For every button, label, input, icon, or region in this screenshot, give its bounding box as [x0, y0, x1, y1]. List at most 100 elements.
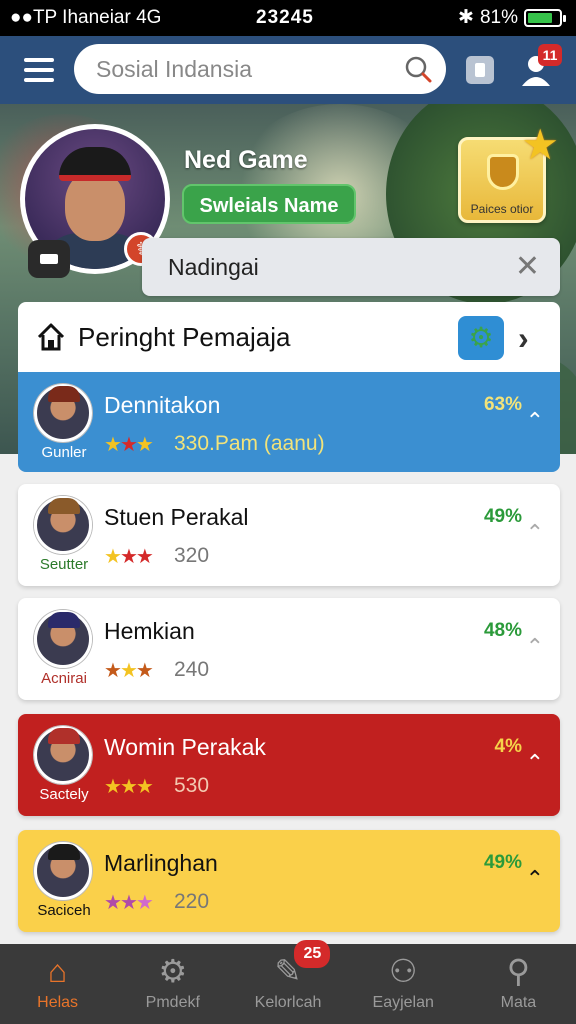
- player-score: 320: [174, 544, 210, 567]
- star-icon: ★: [135, 892, 154, 914]
- list-item[interactable]: Saciceh Marlinghan ★★★ 220 49% ⌃: [18, 830, 560, 932]
- player-name: Stuen Perakal: [104, 504, 249, 530]
- rating-stars: ★★★: [104, 890, 154, 915]
- game-title: Ned Game: [184, 146, 308, 174]
- star-icon: ★: [521, 121, 559, 168]
- star-icon: ★: [119, 546, 138, 568]
- pass-badge[interactable]: ★ Paices otior: [458, 121, 559, 223]
- player-score: 530: [174, 774, 210, 797]
- user-notification-button[interactable]: 11: [520, 44, 562, 88]
- player-name: Hemkian: [104, 618, 195, 644]
- player-subtitle: Seutter: [39, 556, 89, 573]
- star-icon: ★: [119, 776, 138, 798]
- player-name: Womin Perakak: [104, 734, 266, 760]
- user-group-icon: ⚇: [388, 953, 418, 989]
- chevron-up-icon[interactable]: ⌃: [526, 750, 544, 776]
- info-field[interactable]: Nadingai ✕: [142, 238, 560, 296]
- chevron-up-icon[interactable]: ⌃: [526, 408, 544, 434]
- battery-icon: [524, 8, 566, 27]
- search-icon[interactable]: [404, 55, 432, 83]
- star-icon: ★: [135, 546, 154, 568]
- rating-stars: ★★★: [104, 774, 154, 799]
- list-item[interactable]: Gunler Dennitakon ★★★ 330.Pam (aanu) 63% ⌃: [18, 372, 560, 472]
- pass-badge-label: Paices otior: [470, 202, 534, 216]
- player-percent: 49%: [483, 852, 522, 873]
- bottom-nav: ⌂ Helas ⚙ Pmdekf ✎ Kelorlcah 25 ⚇ Eayjelan ⚲ Mata: [0, 940, 576, 1024]
- notification-badge: 11: [538, 44, 562, 66]
- star-icon: ★: [104, 660, 122, 682]
- avatar-cap: [48, 844, 80, 860]
- star-icon: ★: [119, 434, 138, 456]
- star-icon: ★: [135, 776, 154, 798]
- status-right: ✱ 81%: [458, 6, 566, 29]
- clock-text: 23245: [256, 7, 314, 28]
- nav-item-eayjelan[interactable]: ⚇ Eayjelan: [346, 944, 461, 1024]
- search-input[interactable]: [96, 55, 386, 83]
- rating-stars: ★★★: [104, 544, 154, 569]
- player-percent: 63%: [483, 394, 522, 415]
- list-item[interactable]: Acnirai Hemkian ★★★ 240 48% ⌃: [18, 598, 560, 700]
- avatar-cap: [48, 386, 80, 402]
- star-icon: ★: [104, 892, 122, 914]
- nav-label: Mata: [500, 994, 537, 1011]
- star-icon: ★: [135, 660, 154, 682]
- carrier-text: ●●TP Ihaneiar 4G: [10, 7, 162, 28]
- list-header: Peringht Pemajaja ›: [18, 302, 560, 374]
- search-icon: ⚲: [506, 953, 531, 989]
- player-name: Dennitakon: [104, 392, 221, 418]
- rating-stars: ★★★: [104, 432, 154, 457]
- close-icon[interactable]: ✕: [515, 252, 540, 282]
- info-field-text: Nadingai: [168, 253, 259, 280]
- star-icon: ★: [104, 434, 122, 456]
- battery-fill: [528, 12, 553, 23]
- search-box[interactable]: [74, 44, 446, 94]
- nav-item-kelorlcah[interactable]: ✎ Kelorlcah 25: [230, 940, 345, 1024]
- chevron-up-icon[interactable]: ⌃: [526, 634, 544, 660]
- nav-label: Eayjelan: [372, 994, 434, 1011]
- chevron-right-icon[interactable]: ›: [518, 320, 529, 357]
- player-score: 240: [174, 658, 210, 681]
- star-icon: ★: [119, 660, 138, 682]
- nav-label: Helas: [37, 994, 79, 1011]
- player-subtitle: Saciceh: [37, 902, 91, 919]
- bluetooth-icon: ✱: [458, 7, 474, 28]
- hamburger-menu-icon[interactable]: [24, 58, 54, 82]
- star-icon: ★: [135, 434, 154, 456]
- square-action-button[interactable]: [466, 56, 494, 84]
- nav-label: Pmdekf: [145, 994, 200, 1011]
- home-icon: ⌂: [47, 953, 68, 989]
- nav-item-mata[interactable]: ⚲ Mata: [461, 944, 576, 1024]
- settings-gear-icon[interactable]: [458, 316, 504, 360]
- nav-label: Kelorlcah: [254, 994, 322, 1011]
- rating-stars: ★★★: [104, 658, 154, 683]
- avatar-cap: [48, 498, 80, 514]
- gear-icon: ⚙: [158, 953, 188, 989]
- player-subtitle: Sactely: [39, 786, 89, 803]
- list-item[interactable]: Seutter Stuen Perakal ★★★ 320 49% ⌃: [18, 484, 560, 586]
- player-score: 330.Pam (aanu): [174, 432, 325, 455]
- avatar-cap: [48, 728, 80, 744]
- player-subtitle: Gunler: [41, 444, 87, 461]
- chevron-up-icon[interactable]: ⌃: [526, 520, 544, 546]
- list-title: Peringht Pemajaja: [78, 322, 291, 352]
- nav-item-pmdekf[interactable]: ⚙ Pmdekf: [115, 944, 230, 1024]
- nav-item-helas[interactable]: ⌂ Helas: [0, 944, 115, 1024]
- player-percent: 4%: [494, 736, 522, 757]
- status-bar: ●●TP Ihaneiar 4G 23245 ✱ 81%: [0, 0, 576, 36]
- star-icon: ★: [104, 776, 122, 798]
- name-button[interactable]: Swleials Name: [182, 184, 356, 224]
- camera-icon[interactable]: [28, 240, 70, 278]
- player-subtitle: Acnirai: [41, 670, 87, 687]
- player-percent: 49%: [483, 506, 522, 527]
- star-icon: ★: [104, 546, 122, 568]
- shield-icon: [487, 154, 519, 190]
- player-percent: 48%: [483, 620, 522, 641]
- list-item[interactable]: Sactely Womin Perakak ★★★ 530 4% ⌃: [18, 714, 560, 816]
- avatar-cap: [48, 612, 80, 628]
- chevron-up-icon[interactable]: ⌃: [526, 866, 544, 892]
- player-score: 220: [174, 890, 210, 913]
- star-icon: ★: [119, 892, 138, 914]
- player-name: Marlinghan: [104, 850, 218, 876]
- nav-badge: 25: [294, 940, 331, 968]
- home-icon[interactable]: [36, 322, 66, 352]
